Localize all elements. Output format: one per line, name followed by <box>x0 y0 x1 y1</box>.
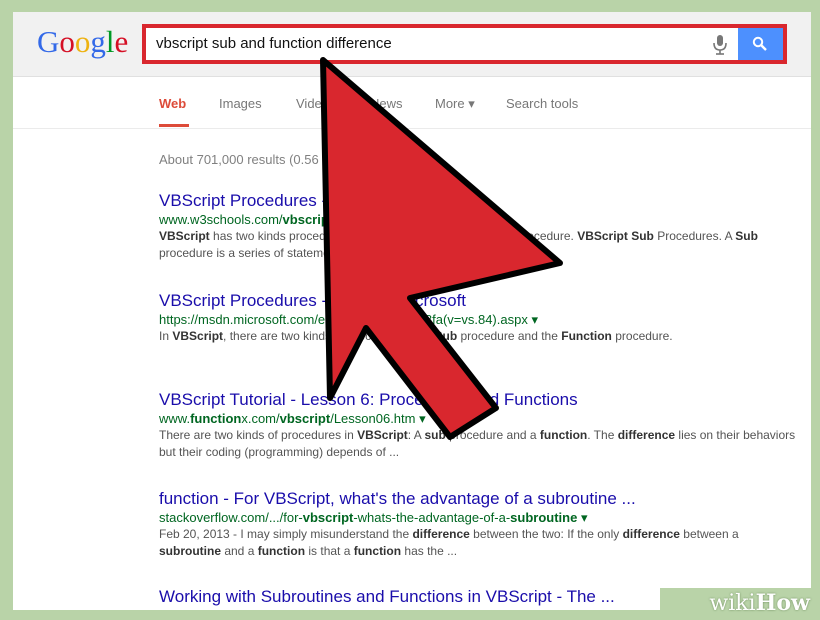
logo-letter: l <box>105 24 115 59</box>
search-result: function - For VBScript, what's the adva… <box>159 488 799 560</box>
tab-web[interactable]: Web <box>159 96 186 111</box>
tab-images[interactable]: Images <box>219 96 262 111</box>
tab-videos[interactable]: Videos <box>296 96 336 111</box>
search-result: VBScript Tutorial - Lesson 6: Procedures… <box>159 389 799 461</box>
result-title-link[interactable]: VBScript Procedures - W3Schools <box>159 190 799 211</box>
microphone-icon[interactable] <box>711 34 729 56</box>
result-title-link[interactable]: VBScript Procedures - MSDN - Microsoft <box>159 290 799 311</box>
search-button[interactable] <box>738 28 783 60</box>
active-tab-indicator <box>159 124 189 127</box>
search-input-box[interactable]: vbscript sub and function difference <box>142 24 787 64</box>
browser-page: Google vbscript sub and function differe… <box>13 12 811 610</box>
tab-more[interactable]: More ▾ <box>435 96 475 112</box>
tab-news[interactable]: News <box>370 96 403 111</box>
result-url[interactable]: stackoverflow.com/.../for-vbscript-whats… <box>159 509 799 526</box>
result-title-link[interactable]: VBScript Tutorial - Lesson 6: Procedures… <box>159 389 799 410</box>
result-url[interactable]: https://msdn.microsoft.com/en-us/library… <box>159 311 799 328</box>
search-result: VBScript Procedures - W3Schools www.w3sc… <box>159 190 799 262</box>
result-snippet: Feb 20, 2013 - I may simply misunderstan… <box>159 527 739 558</box>
logo-letter: g <box>90 24 106 59</box>
wikihow-watermark: wikiHow <box>660 588 820 620</box>
search-tabs: Web Images Videos News More ▾ Search too… <box>13 76 811 129</box>
logo-letter: o <box>59 24 75 59</box>
search-result: VBScript Procedures - MSDN - Microsoft h… <box>159 290 799 345</box>
logo-letter: o <box>74 24 91 59</box>
result-url[interactable]: www.w3schools.com/vbscript/vbscript_proc… <box>159 211 799 228</box>
search-input[interactable]: vbscript sub and function difference <box>156 35 392 52</box>
search-icon <box>752 36 767 51</box>
result-snippet: In VBScript, there are two kinds of proc… <box>159 329 673 343</box>
result-snippet: VBScript has two kinds procedures: Sub p… <box>159 229 758 260</box>
tab-search-tools[interactable]: Search tools <box>506 96 578 111</box>
search-header: Google vbscript sub and function differe… <box>13 12 811 77</box>
result-url[interactable]: www.functionx.com/vbscript/Lesson06.htm … <box>159 410 799 427</box>
results-stats: About 701,000 results (0.56 seconds) <box>159 152 376 167</box>
logo-letter: e <box>114 24 129 59</box>
result-title-link[interactable]: function - For VBScript, what's the adva… <box>159 488 799 509</box>
google-logo[interactable]: Google <box>37 24 128 60</box>
logo-letter: G <box>37 24 60 59</box>
result-snippet: There are two kinds of procedures in VBS… <box>159 428 796 459</box>
